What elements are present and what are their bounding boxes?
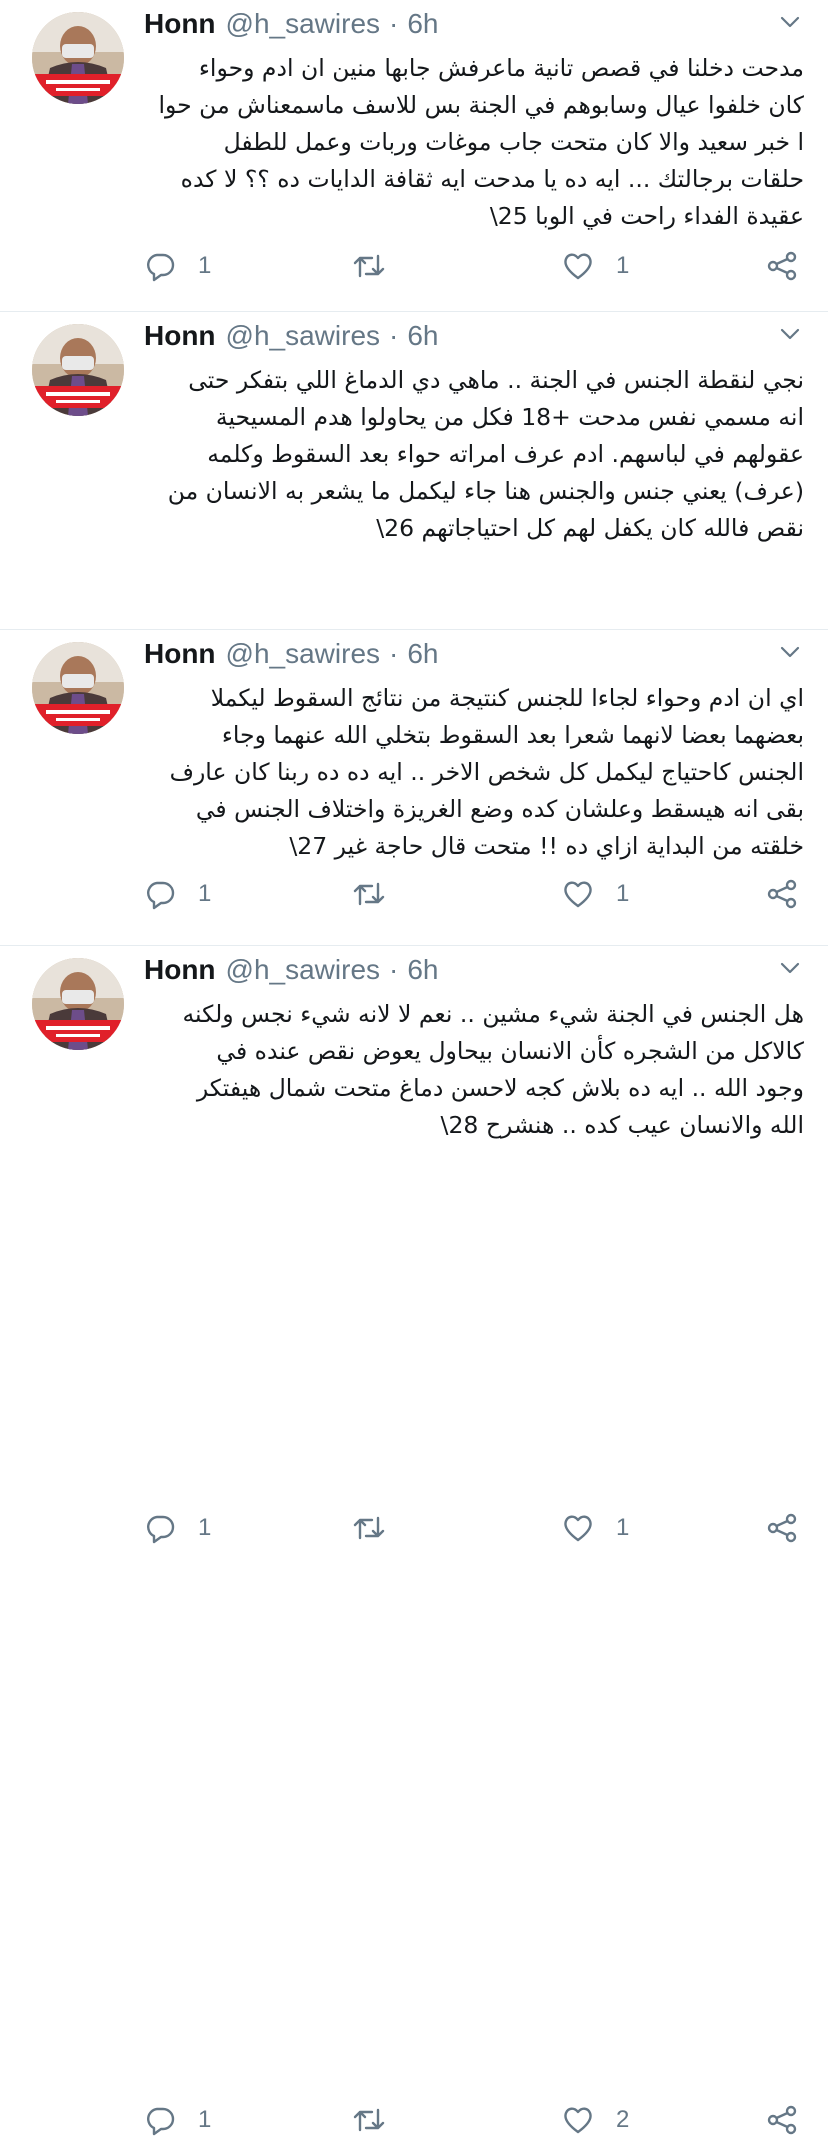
like-button[interactable]: 2: [562, 2104, 629, 2136]
avatar[interactable]: [32, 958, 124, 1050]
retweet-icon: [352, 2104, 386, 2136]
tweet-actions: 1 1: [144, 246, 804, 286]
user-handle[interactable]: @h_sawires: [226, 8, 380, 40]
avatar[interactable]: [32, 642, 124, 734]
like-count: 2: [616, 2106, 630, 2133]
like-icon: [562, 250, 594, 282]
separator-dot: ·: [389, 8, 399, 39]
like-button[interactable]: 1: [562, 1512, 629, 1544]
timestamp[interactable]: 6h: [407, 638, 438, 670]
timestamp[interactable]: 6h: [407, 954, 438, 986]
separator-dot: ·: [389, 320, 399, 351]
like-count: 1: [616, 252, 630, 279]
retweet-icon: [352, 1512, 386, 1544]
tweet[interactable]: Honn @h_sawires · 6h اي ان ادم وحواء لجا…: [0, 630, 828, 1544]
tweet[interactable]: Honn @h_sawires · 6h مدحت دخلنا في قصص ت…: [0, 0, 828, 312]
display-name[interactable]: Honn: [144, 638, 216, 670]
like-icon: [562, 2104, 594, 2136]
reply-count: 1: [198, 252, 212, 279]
reply-button[interactable]: 1: [144, 250, 211, 282]
share-button[interactable]: [766, 1512, 798, 1544]
timestamp[interactable]: 6h: [407, 8, 438, 40]
separator-dot: ·: [389, 638, 399, 669]
timestamp[interactable]: 6h: [407, 320, 438, 352]
like-button[interactable]: 1: [562, 250, 629, 282]
reply-icon: [144, 2104, 176, 2136]
retweet-button[interactable]: [352, 2104, 408, 2136]
share-button[interactable]: [766, 250, 798, 282]
tweet-actions: 1 1: [144, 1508, 804, 1548]
tweet[interactable]: Honn @h_sawires · 6h نجي لنقطة الجنس في …: [0, 312, 828, 910]
reply-button[interactable]: 1: [144, 2104, 211, 2136]
tweet-header: Honn @h_sawires · 6h: [144, 4, 439, 44]
tweet-header: Honn @h_sawires · 6h: [144, 316, 439, 356]
chevron-down-icon[interactable]: [778, 322, 802, 346]
reply-count: 1: [198, 1514, 212, 1541]
like-count: 1: [616, 1514, 630, 1541]
display-name[interactable]: Honn: [144, 320, 216, 352]
retweet-button[interactable]: [352, 1512, 408, 1544]
tweet[interactable]: Honn @h_sawires · 6h هل الجنس في الجنة ش…: [0, 946, 828, 2136]
share-icon: [766, 1512, 798, 1544]
tweet-header: Honn @h_sawires · 6h: [144, 950, 439, 990]
reply-button[interactable]: 1: [144, 1512, 211, 1544]
separator-dot: ·: [389, 954, 399, 985]
user-handle[interactable]: @h_sawires: [226, 954, 380, 986]
tweet-text: هل الجنس في الجنة شيء مشين .. نعم لا لان…: [182, 1000, 804, 1139]
tweet-text: مدحت دخلنا في قصص تانية ماعرفش جابها مني…: [158, 54, 804, 230]
tweet-header: Honn @h_sawires · 6h: [144, 634, 439, 674]
chevron-down-icon[interactable]: [778, 956, 802, 980]
tweet-text: نجي لنقطة الجنس في الجنة .. ماهي دي الدم…: [167, 366, 804, 542]
share-icon: [766, 2104, 798, 2136]
reply-icon: [144, 250, 176, 282]
user-handle[interactable]: @h_sawires: [226, 320, 380, 352]
share-icon: [766, 250, 798, 282]
avatar[interactable]: [32, 324, 124, 416]
reply-icon: [144, 1512, 176, 1544]
avatar[interactable]: [32, 12, 124, 104]
chevron-down-icon[interactable]: [778, 10, 802, 34]
retweet-button[interactable]: [352, 250, 408, 282]
user-handle[interactable]: @h_sawires: [226, 638, 380, 670]
tweet-text: اي ان ادم وحواء لجاءا للجنس كنتيجة من نت…: [169, 684, 804, 860]
reply-count: 1: [198, 2106, 212, 2133]
tweet-feed: Honn @h_sawires · 6h مدحت دخلنا في قصص ت…: [0, 0, 828, 2136]
share-button[interactable]: [766, 2104, 798, 2136]
retweet-icon: [352, 250, 386, 282]
chevron-down-icon[interactable]: [778, 640, 802, 664]
display-name[interactable]: Honn: [144, 8, 216, 40]
display-name[interactable]: Honn: [144, 954, 216, 986]
like-icon: [562, 1512, 594, 1544]
tweet-actions: 1 2: [144, 2100, 804, 2140]
